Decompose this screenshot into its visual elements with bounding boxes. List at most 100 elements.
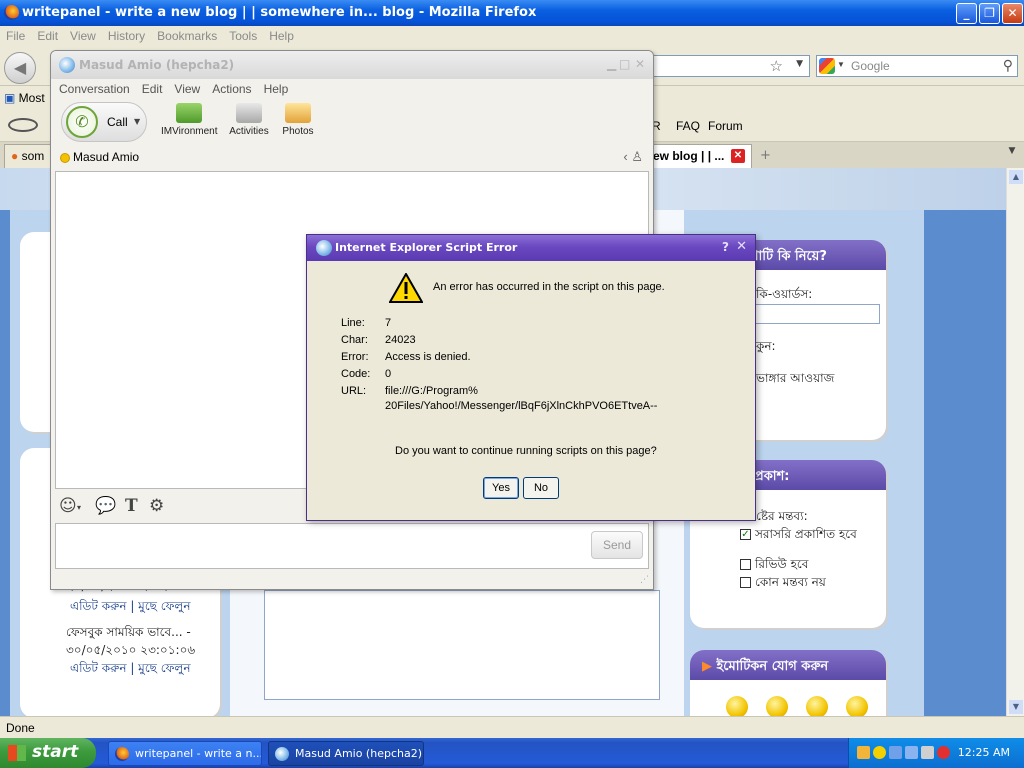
option-direct[interactable]: ✓ সরাসরি প্রকাশিত হবে: [740, 526, 857, 546]
url-dropdown-icon[interactable]: ▼: [796, 59, 803, 69]
menu-view[interactable]: View: [64, 26, 102, 46]
close-button[interactable]: ✕: [1002, 3, 1023, 24]
emoticon-picker-icon[interactable]: ☺: [59, 496, 77, 516]
emoticon-icon[interactable]: [806, 696, 828, 716]
menu-conversation[interactable]: Conversation: [59, 82, 130, 96]
new-tab-icon[interactable]: +: [760, 148, 771, 163]
firefox-task-icon: [115, 747, 129, 761]
bookmark-most-visited[interactable]: ▣ Most: [4, 91, 45, 105]
security-alert-tray-icon[interactable]: [937, 746, 950, 759]
back-button[interactable]: ◀: [4, 52, 36, 84]
option-review[interactable]: রিভিউ হবে: [740, 556, 808, 576]
topic-label3: ভাঙ্গার আওয়াজ: [756, 371, 835, 385]
keywords-input[interactable]: [750, 304, 880, 324]
dialog-close-icon[interactable]: ✕: [736, 239, 747, 254]
scroll-down-icon[interactable]: ▼: [1009, 700, 1023, 714]
option-review-checkbox[interactable]: [740, 559, 751, 570]
imvironment-label: IMVironment: [161, 126, 218, 137]
url-label: URL:: [341, 385, 367, 397]
url-bar[interactable]: ☆ ▼: [650, 55, 810, 77]
tab-active[interactable]: ew blog | | ... ✕: [646, 144, 752, 168]
messenger-logo-icon: [59, 57, 75, 73]
entry1-actions[interactable]: এডিট করুন | মুছে ফেলুন: [70, 598, 191, 618]
dialog-title-bar[interactable]: Internet Explorer Script Error ? ✕: [307, 235, 755, 261]
messenger-menu-bar: Conversation Edit View Actions Help: [51, 79, 653, 99]
contact-details-icon[interactable]: ‹ ♙: [623, 149, 643, 165]
menu-history[interactable]: History: [102, 26, 151, 46]
search-icon[interactable]: ⚲: [1003, 57, 1013, 74]
tab-list-dropdown-icon[interactable]: ▼: [1004, 146, 1020, 164]
toolbar-faq-link[interactable]: FAQ: [676, 119, 700, 133]
entry2-title[interactable]: ফেসবুক সাময়িক ভাবে... -: [66, 624, 191, 644]
option-none[interactable]: কোন মন্তব্য নয়: [740, 574, 826, 594]
firefox-title-bar[interactable]: writepanel - write a new blog | | somewh…: [0, 0, 1024, 26]
tab-active-label: ew blog | | ...: [653, 149, 725, 163]
eye-icon[interactable]: [8, 118, 38, 132]
emoticon-dropdown-icon[interactable]: ▾: [77, 503, 81, 512]
volume-tray-icon[interactable]: [921, 746, 934, 759]
emoticon-icon[interactable]: [766, 696, 788, 716]
messenger-smiley-tray-icon[interactable]: [873, 746, 886, 759]
start-label: start: [32, 742, 79, 762]
network2-tray-icon[interactable]: [905, 746, 918, 759]
menu-edit[interactable]: Edit: [142, 82, 163, 96]
online-status-icon: [60, 153, 70, 163]
firefox-menu-bar: File Edit View History Bookmarks Tools Help: [0, 26, 1024, 48]
no-button[interactable]: No: [523, 477, 559, 499]
emoticon-icon[interactable]: [726, 696, 748, 716]
messenger-maximize-button[interactable]: □: [619, 57, 630, 71]
resize-grip-icon[interactable]: ⋰: [640, 575, 649, 585]
settings-gear-icon[interactable]: ⚙: [149, 496, 164, 516]
activities-button[interactable]: Activities: [227, 103, 271, 137]
option-direct-checkbox[interactable]: ✓: [740, 529, 751, 540]
taskbar-messenger-label: Masud Amio (hepcha2): [295, 747, 422, 760]
engine-dropdown-icon[interactable]: ▼: [837, 60, 845, 69]
menu-edit[interactable]: Edit: [31, 26, 64, 46]
option-none-checkbox[interactable]: [740, 577, 751, 588]
messenger-minimize-button[interactable]: ▁: [607, 57, 616, 71]
taskbar-item-firefox[interactable]: writepanel - write a n...: [108, 741, 262, 766]
tab-first-label: som: [21, 149, 45, 163]
tab-close-icon[interactable]: ✕: [731, 149, 745, 163]
folder-tray-icon[interactable]: [857, 746, 870, 759]
help-icon[interactable]: ?: [722, 240, 729, 254]
option-direct-label: সরাসরি প্রকাশিত হবে: [755, 527, 857, 541]
contact-name[interactable]: Masud Amio: [73, 150, 139, 164]
minimize-button[interactable]: _: [956, 3, 977, 24]
menu-bookmarks[interactable]: Bookmarks: [151, 26, 223, 46]
search-input[interactable]: ▼ Google ⚲: [816, 55, 1018, 77]
entry2-actions[interactable]: এডিট করুন | মুছে ফেলুন: [70, 660, 191, 680]
tab-first[interactable]: ● som: [4, 144, 52, 168]
network-tray-icon[interactable]: [889, 746, 902, 759]
emoticon-icon[interactable]: [846, 696, 868, 716]
bookmark-star-icon[interactable]: ☆: [770, 57, 783, 75]
messenger-close-button[interactable]: ✕: [635, 57, 645, 71]
menu-tools[interactable]: Tools: [223, 26, 263, 46]
menu-file[interactable]: File: [0, 26, 31, 46]
call-button[interactable]: ✆ Call ▼: [61, 102, 147, 142]
clock[interactable]: 12:25 AM: [958, 746, 1010, 759]
call-dropdown-icon[interactable]: ▼: [134, 117, 140, 126]
maximize-button[interactable]: ❐: [979, 3, 1000, 24]
google-icon[interactable]: [819, 58, 835, 74]
send-button[interactable]: Send: [591, 531, 643, 559]
messenger-title-bar[interactable]: Masud Amio (hepcha2) ▁ □ ✕: [51, 51, 653, 79]
editor-area[interactable]: [264, 590, 660, 700]
menu-help[interactable]: Help: [264, 82, 289, 96]
scroll-up-icon[interactable]: ▲: [1009, 170, 1023, 184]
menu-actions[interactable]: Actions: [212, 82, 251, 96]
text-format-icon[interactable]: T: [125, 496, 138, 516]
message-input[interactable]: [55, 523, 649, 569]
toolbar-forum-link[interactable]: Forum: [708, 119, 743, 133]
photo-icon: [285, 103, 311, 123]
menu-help[interactable]: Help: [263, 26, 300, 46]
firefox-logo-icon: [4, 5, 19, 20]
taskbar-item-messenger[interactable]: Masud Amio (hepcha2): [268, 741, 424, 766]
chat-bubble-icon[interactable]: 💬: [95, 496, 116, 516]
page-scrollbar[interactable]: ▲ ▼: [1006, 168, 1024, 716]
menu-view[interactable]: View: [174, 82, 200, 96]
yes-button[interactable]: Yes: [483, 477, 519, 499]
start-button[interactable]: start: [0, 738, 96, 768]
photos-button[interactable]: Photos: [281, 103, 315, 137]
imvironment-button[interactable]: IMVironment: [161, 103, 218, 137]
